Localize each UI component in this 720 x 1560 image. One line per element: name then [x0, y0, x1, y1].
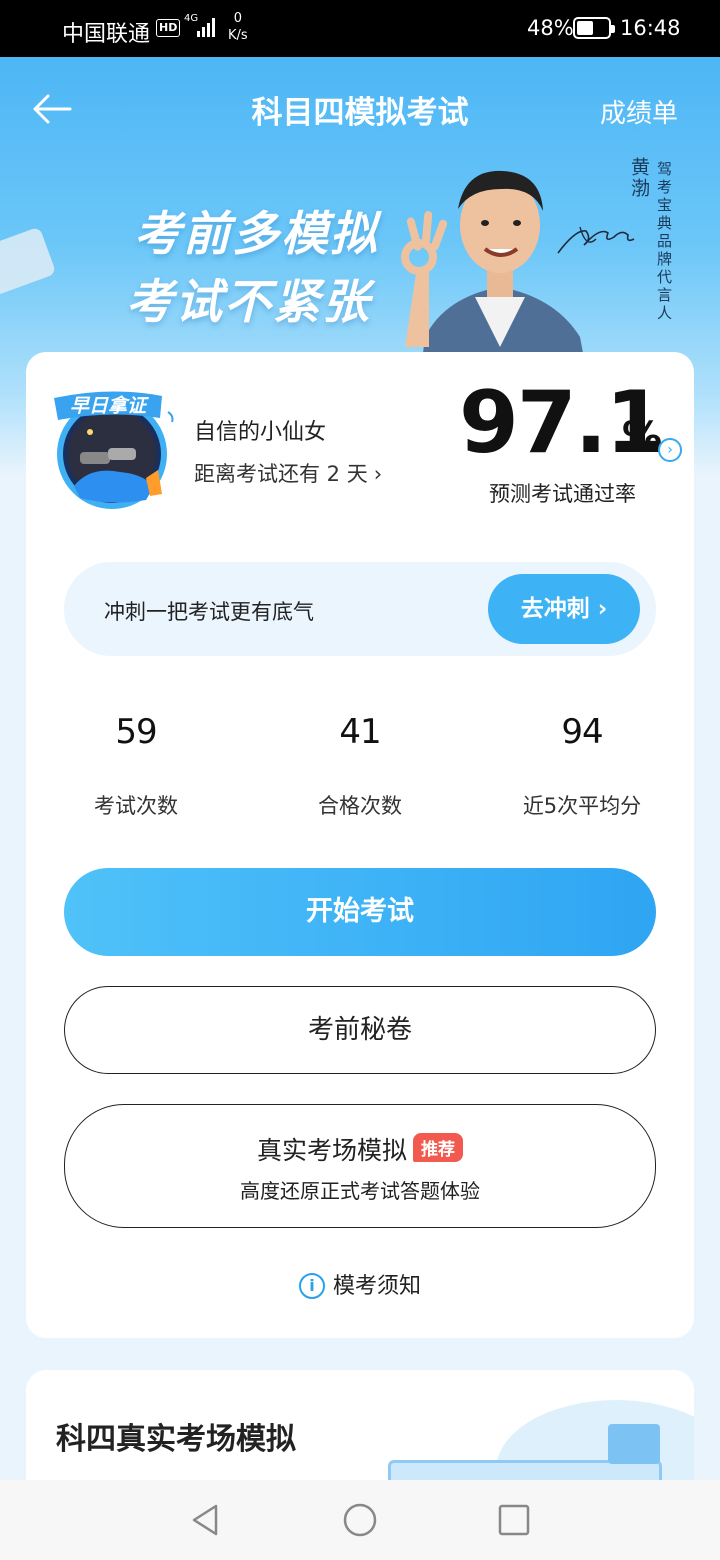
checkbox-illustration-icon — [608, 1424, 660, 1464]
slogan-line-2: 考试不紧张 — [126, 275, 371, 330]
home-circle-icon[interactable] — [342, 1502, 378, 1538]
paper-plane-decoration — [0, 226, 57, 298]
stat-label: 考试次数 — [94, 794, 178, 818]
info-icon: i — [298, 1273, 325, 1299]
system-nav-bar — [0, 1480, 720, 1560]
pass-rate-unit: % — [622, 414, 663, 460]
real-exam-title: 真实考场模拟 — [256, 1136, 407, 1165]
battery-percent: 48% — [527, 16, 574, 40]
endorser-role: 驾考宝典品牌代言人 — [655, 161, 673, 323]
real-exam-subtitle: 高度还原正式考试答题体验 — [240, 1179, 480, 1203]
exam-notice-link[interactable]: i 模考须知 — [26, 1268, 694, 1300]
sprint-button[interactable]: 去冲刺 › — [488, 574, 640, 644]
badge-avatar: 早日拿证 — [54, 391, 174, 509]
pass-rate-label: 预测考试通过率 — [489, 482, 636, 506]
exam-card: 早日拿证 自信的小仙女 距离考试还有 2 天 › 97.1 % › 预测考试通过率… — [26, 352, 694, 1338]
pass-rate-arrow-icon[interactable]: › — [658, 438, 682, 462]
signature-image — [557, 226, 635, 254]
sprint-banner: 冲刺一把考试更有底气 去冲刺 › — [64, 562, 656, 656]
stat-value: 41 — [339, 712, 381, 752]
stat-label: 合格次数 — [318, 794, 402, 818]
slogan-line-1: 考前多模拟 — [134, 207, 379, 262]
recent-apps-square-icon[interactable] — [496, 1502, 532, 1538]
stat-value: 94 — [561, 712, 603, 752]
stat-label: 近5次平均分 — [522, 794, 642, 818]
hd-icon: HD — [156, 19, 181, 37]
network-speed: 0 K/s — [228, 11, 248, 43]
back-triangle-icon[interactable] — [188, 1502, 224, 1538]
endorser-name: 黄渤 — [628, 157, 650, 199]
badge-label: 早日拿证 — [70, 395, 149, 417]
stat-pass-count: 41 合格次数 — [260, 712, 460, 820]
username: 自信的小仙女 — [194, 420, 327, 445]
status-bar: 中国联通 HD 4G 0 K/s 48% 16:48 — [0, 0, 720, 57]
recommend-badge: 推荐 — [413, 1133, 463, 1162]
clock: 16:48 — [620, 16, 681, 40]
score-report-link[interactable]: 成绩单 — [600, 93, 678, 130]
exam-stats: 59 考试次数 41 合格次数 94 近5次平均分 — [26, 712, 694, 822]
real-exam-simulation-button[interactable]: 真实考场模拟 推荐 高度还原正式考试答题体验 — [64, 1104, 656, 1228]
stat-exam-count: 59 考试次数 — [36, 712, 236, 820]
section-title: 科四真实考场模拟 — [56, 1422, 296, 1457]
battery-icon — [573, 17, 615, 39]
stat-average-score: 94 近5次平均分 — [482, 712, 682, 820]
chevron-right-icon: › — [373, 462, 383, 486]
carrier-name: 中国联通 — [62, 22, 151, 47]
secret-paper-button[interactable]: 考前秘卷 — [64, 986, 656, 1074]
start-exam-button[interactable]: 开始考试 — [64, 868, 656, 956]
sprint-text: 冲刺一把考试更有底气 — [104, 600, 314, 624]
exam-countdown[interactable]: 距离考试还有 2 天 › — [194, 458, 382, 488]
stat-value: 59 — [115, 712, 157, 752]
signal-icon — [197, 18, 215, 37]
